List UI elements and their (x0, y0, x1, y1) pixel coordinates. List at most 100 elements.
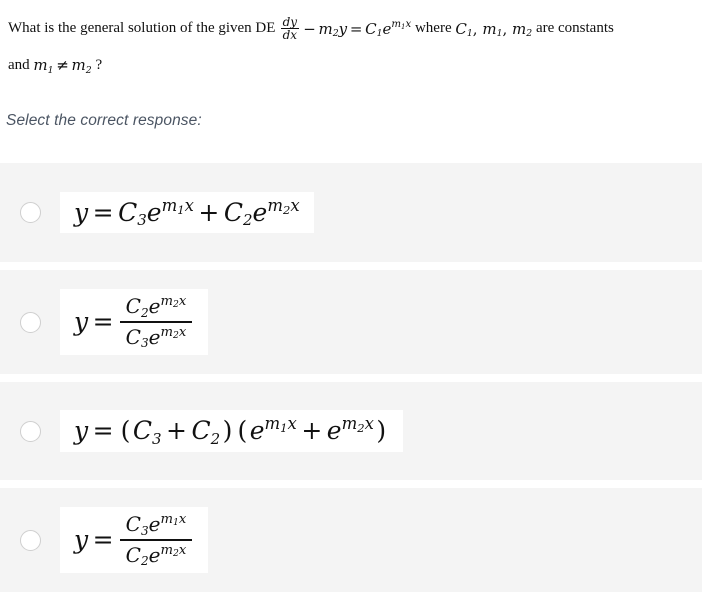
line2-m-a: m (33, 56, 48, 75)
formula-box-option-a: y = C3em1x + C2em2x (60, 191, 314, 234)
equals-operator: = (349, 19, 363, 38)
c-e2: e (326, 416, 342, 446)
formula-box-option-b: y = C2em2x C3em2x (60, 288, 208, 356)
exp-m-subscript-1: 1 (401, 22, 406, 31)
d-num-exp-m: m (160, 512, 173, 527)
a-equals: = (92, 197, 114, 227)
select-response-prompt: Select the correct response: (6, 112, 202, 129)
fraction-numerator: dy (282, 14, 298, 29)
d-num-exp: m1x (160, 512, 187, 529)
comma-2: , (502, 19, 508, 38)
c-exp2-sub: 2 (357, 421, 365, 436)
b-den-exp: m2x (160, 325, 186, 340)
c-exp2-m: m (341, 414, 358, 434)
c-exp1-x: x (287, 414, 297, 434)
c-exp1: m1x (264, 414, 297, 435)
question-mark: ? (95, 56, 103, 73)
b-fraction: C2em2x C3em2x (119, 293, 193, 351)
c-C2-sub: 2 (210, 429, 221, 448)
d-y: y (74, 525, 89, 555)
b-y: y (74, 307, 89, 337)
m-subscript-2: 2 (332, 28, 339, 40)
fraction-denominator: dx (280, 28, 300, 42)
c-plus-1: + (166, 416, 187, 446)
b-equals: = (92, 307, 114, 337)
b-denominator: C3em2x (119, 320, 193, 351)
a-exp1-sub: 1 (177, 202, 185, 217)
b-num-exp-m: m (160, 294, 173, 309)
minus-operator: − (303, 19, 316, 38)
a-exp1-m: m (161, 195, 178, 215)
c-y: y (74, 416, 89, 446)
b-num-exp-x: x (178, 294, 187, 309)
a-C1: C (118, 197, 138, 227)
b-num-C: C (125, 293, 141, 318)
c-lparen-1: ( (120, 416, 131, 446)
a-C1-sub: 3 (137, 211, 147, 230)
a-exp2-m: m (267, 195, 283, 215)
radio-button-option-b[interactable] (20, 311, 41, 333)
d-den-C: C (125, 542, 141, 567)
exp-m: m (391, 19, 402, 31)
a-e1: e (146, 197, 162, 227)
d-num-exp-sub: 1 (172, 517, 179, 529)
b-num-exp-sub: 2 (172, 299, 179, 311)
exp-x: x (405, 19, 412, 31)
m-symbol: m (318, 19, 333, 38)
line2-m-subscript-1: 1 (47, 64, 54, 76)
b-den-exp-sub: 2 (172, 329, 179, 341)
answer-option-c[interactable]: y =(C3 + C2)(em1x + em2x) (0, 382, 702, 480)
a-e2: e (252, 197, 268, 227)
c-rparen-1: ) (222, 416, 233, 446)
b-den-C-sub: 3 (140, 336, 149, 351)
answer-option-d[interactable]: y = C3em1x C2em2x (0, 488, 702, 592)
b-num-e: e (148, 293, 161, 318)
c-exp1-m: m (264, 414, 281, 434)
a-plus: + (198, 197, 220, 227)
b-num-C-sub: 2 (140, 305, 149, 320)
formula-box-option-c: y =(C3 + C2)(em1x + em2x) (60, 410, 403, 452)
a-exp2: m2x (267, 195, 300, 217)
C-subscript-1: 1 (376, 28, 383, 40)
row-divider-1 (0, 262, 702, 270)
answer-option-a[interactable]: y = C3em1x + C2em2x (0, 163, 702, 262)
c-C3-sub: 3 (151, 429, 162, 448)
radio-button-option-c[interactable] (20, 420, 41, 442)
question-text-and: and (8, 56, 30, 73)
b-den-C: C (125, 324, 141, 349)
c-rparen-2: ) (376, 416, 387, 446)
c-C2: C (191, 416, 211, 446)
c-exp2-x: x (364, 414, 374, 434)
question-inline-math: dy dx − m2y = C1em1x (279, 11, 411, 47)
b-numerator: C2em2x (120, 293, 193, 321)
answer-option-b[interactable]: y = C2em2x C3em2x (0, 270, 702, 374)
formula-box-option-d: y = C3em1x C2em2x (60, 506, 208, 574)
b-num-exp: m2x (160, 294, 187, 311)
c-plus-2: + (301, 416, 323, 446)
d-den-exp-x: x (178, 542, 187, 558)
a-y: y (74, 197, 89, 227)
question-text-constants: are constants (535, 20, 614, 36)
b-den-e: e (148, 324, 161, 349)
question-constants-math: C1, m1, m2 (455, 11, 532, 47)
dy-dx-fraction: dy dx (280, 14, 300, 42)
comma-1: , (472, 19, 478, 38)
formula-option-d: y = C3em1x C2em2x (74, 512, 194, 569)
d-denominator: C2em2x (119, 538, 193, 569)
d-den-C-sub: 2 (140, 554, 149, 569)
c-equals: = (92, 416, 114, 446)
radio-button-option-a[interactable] (20, 202, 41, 223)
d-num-exp-x: x (178, 512, 187, 527)
c-C3: C (132, 416, 152, 446)
const-m-subscript-2: 2 (526, 28, 533, 40)
const-C-subscript-1: 1 (466, 28, 473, 40)
a-C2: C (223, 197, 243, 227)
d-num-C-sub: 3 (140, 523, 149, 538)
d-den-exp: m2x (160, 543, 186, 558)
radio-button-option-d[interactable] (20, 529, 41, 551)
a-exp2-sub: 2 (282, 202, 291, 217)
b-den-exp-x: x (178, 324, 187, 340)
exponent-m1x: m1x (391, 19, 412, 31)
a-exp2-x: x (290, 195, 300, 215)
c-exp2: m2x (341, 414, 374, 436)
